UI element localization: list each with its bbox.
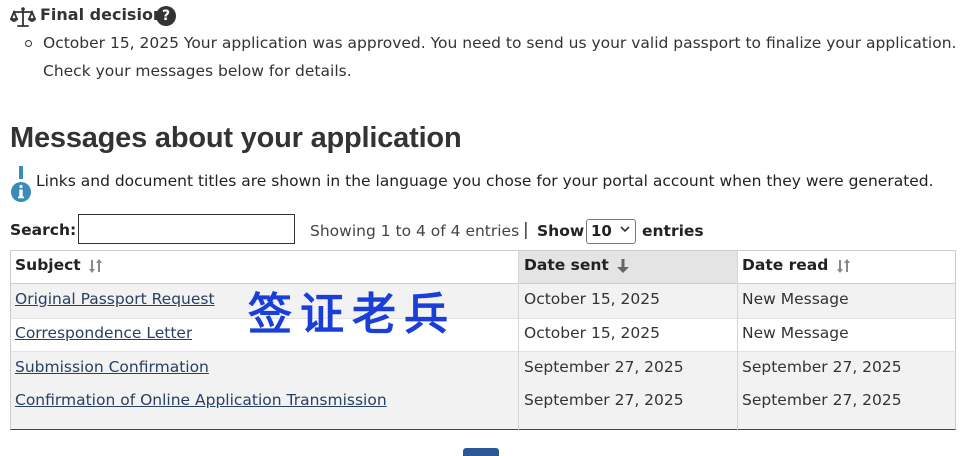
column-header-date-sent[interactable]: Date sent — [524, 256, 630, 274]
pagination-button[interactable] — [463, 448, 499, 456]
info-icon — [11, 166, 31, 202]
decision-text-continued: Check your messages below for details. — [43, 62, 352, 80]
show-label: Show — [537, 222, 585, 240]
column-divider — [518, 250, 519, 430]
language-info-text: Links and document titles are shown in t… — [36, 172, 934, 190]
column-header-label: Date sent — [524, 256, 609, 274]
separator: | — [523, 220, 529, 240]
watermark: 签证老兵 — [248, 289, 456, 340]
messages-heading: Messages about your application — [10, 122, 462, 154]
date-read-cell: New Message — [742, 290, 849, 308]
sort-icon — [89, 258, 103, 273]
column-header-label: Date read — [742, 256, 829, 274]
arrow-down-icon — [617, 258, 630, 273]
sort-icon — [836, 258, 850, 273]
entries-info: Showing 1 to 4 of 4 entries — [310, 222, 520, 240]
date-read-cell: September 27, 2025 — [742, 391, 902, 409]
final-decision-title: Final decision — [40, 5, 165, 24]
date-read-cell: September 27, 2025 — [742, 358, 902, 376]
message-subject-link[interactable]: Confirmation of Online Application Trans… — [15, 391, 387, 409]
entries-per-page-select[interactable]: 10 — [586, 219, 636, 244]
question-circle-icon[interactable]: ? — [156, 6, 176, 26]
message-subject-link[interactable]: Correspondence Letter — [15, 324, 192, 342]
message-subject-link[interactable]: Submission Confirmation — [15, 358, 209, 376]
date-sent-cell: September 27, 2025 — [524, 358, 684, 376]
search-label: Search: — [10, 221, 77, 239]
message-subject-link[interactable]: Original Passport Request — [15, 290, 215, 308]
column-divider — [737, 250, 738, 430]
decision-text: October 15, 2025 Your application was ap… — [43, 34, 957, 52]
date-sent-cell: October 15, 2025 — [524, 290, 660, 308]
column-header-subject[interactable]: Subject — [15, 256, 104, 274]
messages-table: Subject Date sent Date read Original Pas… — [10, 250, 956, 430]
date-read-cell: New Message — [742, 324, 849, 342]
entries-label: entries — [642, 222, 704, 240]
column-header-date-read[interactable]: Date read — [742, 256, 852, 274]
search-input[interactable] — [78, 214, 295, 244]
balance-scale-icon — [10, 7, 36, 27]
chevron-down-icon — [620, 226, 630, 233]
entries-per-page-value: 10 — [591, 222, 612, 240]
list-bullet — [25, 40, 32, 47]
date-sent-cell: October 15, 2025 — [524, 324, 660, 342]
column-header-label: Subject — [15, 256, 81, 274]
date-sent-cell: September 27, 2025 — [524, 391, 684, 409]
